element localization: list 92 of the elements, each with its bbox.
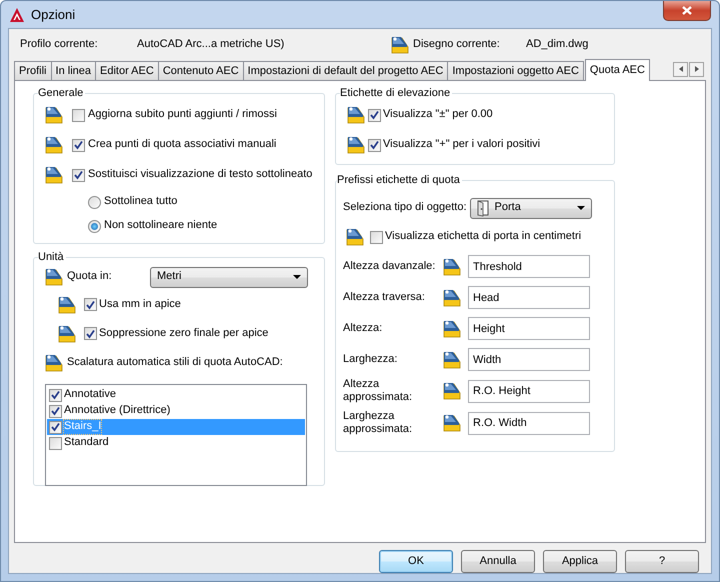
profile-value: AutoCAD Arc...a metriche US) bbox=[137, 38, 286, 52]
dialog-button[interactable]: OK bbox=[379, 550, 453, 573]
tab[interactable]: In linea bbox=[50, 61, 96, 80]
right-arrow-icon bbox=[694, 65, 700, 73]
caret-icon bbox=[293, 275, 301, 279]
checkbox[interactable] bbox=[370, 230, 383, 244]
text-field[interactable]: R.O. Height bbox=[468, 380, 590, 402]
property-icon bbox=[57, 294, 77, 314]
text-field[interactable]: Width bbox=[468, 348, 590, 371]
profile-label: Profilo corrente: bbox=[20, 38, 99, 52]
checkbox[interactable] bbox=[368, 108, 381, 122]
property-icon bbox=[345, 227, 365, 247]
property-icon bbox=[44, 353, 64, 373]
property-icon bbox=[57, 324, 77, 344]
text-field[interactable]: R.O. Width bbox=[468, 412, 590, 434]
object-type-dropdown[interactable]: Porta bbox=[470, 198, 592, 218]
tab[interactable]: Profili bbox=[14, 61, 52, 80]
property-icon bbox=[44, 135, 64, 155]
checkbox-label: Usa mm in apice bbox=[99, 298, 181, 312]
checkbox-label: Visualizza "+" per i valori positivi bbox=[383, 138, 540, 152]
checkbox[interactable] bbox=[49, 388, 62, 402]
close-icon bbox=[681, 5, 693, 16]
dialog-button[interactable]: ? bbox=[625, 550, 699, 573]
property-icon bbox=[44, 267, 64, 287]
style-list[interactable]: Annotative Annotative (Direttrice) Stairs_I Standard bbox=[45, 384, 307, 486]
group-title: Unità bbox=[38, 250, 65, 264]
tab[interactable]: Quota AEC bbox=[584, 59, 650, 81]
tab[interactable]: Contenuto AEC bbox=[158, 61, 244, 80]
field-label: Quota in: bbox=[67, 270, 113, 284]
property-icon bbox=[442, 288, 462, 308]
property-icon bbox=[346, 135, 366, 155]
field-label: Altezza traversa: bbox=[343, 291, 426, 304]
property-icon bbox=[442, 256, 462, 276]
property-icon bbox=[442, 318, 462, 338]
radio-label: Sottolinea tutto bbox=[104, 195, 178, 209]
property-icon bbox=[390, 35, 410, 55]
property-icon bbox=[442, 381, 462, 401]
close-button[interactable] bbox=[663, 1, 711, 21]
field-label: Altezza: bbox=[343, 322, 384, 335]
door-icon bbox=[476, 200, 489, 216]
field-label: Scalatura automatica stili di quota AutoCAD: bbox=[67, 356, 283, 370]
group-title: Generale bbox=[38, 86, 84, 100]
field-label: Altezza approssimata: bbox=[343, 378, 414, 404]
left-arrow-icon bbox=[678, 65, 684, 73]
checkbox-label: Sostituisci visualizzazione di testo sottolineato bbox=[88, 168, 312, 182]
checkbox-label: Soppressione zero finale per apice bbox=[99, 326, 268, 340]
checkbox-label: Visualizza etichetta di porta in centimetri bbox=[385, 230, 582, 244]
checkbox-label: Visualizza "±" per 0.00 bbox=[383, 108, 493, 122]
property-icon bbox=[442, 350, 462, 370]
field-label: Larghezza: bbox=[343, 353, 398, 366]
dialog-button[interactable]: Annulla bbox=[461, 550, 535, 573]
radio-button[interactable] bbox=[88, 196, 101, 208]
dialog-button[interactable]: Applica bbox=[543, 550, 617, 573]
scroll-right-button[interactable] bbox=[689, 62, 704, 76]
checkbox[interactable] bbox=[72, 138, 85, 152]
checkbox[interactable] bbox=[72, 108, 85, 122]
scroll-left-button[interactable] bbox=[673, 62, 688, 76]
property-icon bbox=[44, 105, 64, 125]
checkbox[interactable] bbox=[49, 404, 62, 418]
checkbox[interactable] bbox=[72, 168, 85, 182]
list-item[interactable]: Annotative (Direttrice) bbox=[47, 403, 305, 419]
text-field[interactable]: Height bbox=[468, 317, 590, 340]
group-title: Etichette di elevazione bbox=[340, 86, 452, 100]
window-title: Opzioni bbox=[31, 6, 76, 22]
property-icon bbox=[346, 105, 366, 125]
field-label: Larghezza approssimata: bbox=[343, 410, 414, 436]
caret-icon bbox=[576, 206, 585, 210]
checkbox[interactable] bbox=[368, 138, 381, 152]
group-title: Prefissi etichette di quota bbox=[337, 173, 461, 187]
text-field[interactable]: Threshold bbox=[468, 255, 590, 278]
tab[interactable]: Impostazioni di default del progetto AEC bbox=[242, 61, 448, 80]
property-icon bbox=[44, 165, 64, 185]
unit-dropdown[interactable]: Metri bbox=[150, 266, 308, 288]
field-label: Altezza davanzale: bbox=[343, 260, 436, 273]
field-label: Seleziona tipo di oggetto: bbox=[343, 201, 467, 215]
drawing-value: AD_dim.dwg bbox=[526, 38, 588, 52]
checkbox[interactable] bbox=[49, 436, 62, 450]
radio-label: Non sottolineare niente bbox=[104, 219, 218, 233]
checkbox[interactable] bbox=[84, 327, 97, 340]
drawing-label: Disegno corrente: bbox=[413, 38, 501, 52]
tab[interactable]: Editor AEC bbox=[95, 61, 159, 80]
list-item[interactable]: Annotative bbox=[47, 387, 305, 403]
app-logo-icon bbox=[9, 6, 25, 22]
checkbox[interactable] bbox=[49, 420, 62, 434]
radio-button[interactable] bbox=[88, 220, 101, 232]
checkbox[interactable] bbox=[84, 298, 97, 311]
property-icon bbox=[442, 413, 462, 433]
checkbox-label: Crea punti di quota associativi manuali bbox=[88, 138, 276, 152]
list-item[interactable]: Standard bbox=[47, 435, 305, 451]
text-field[interactable]: Head bbox=[468, 286, 590, 309]
checkbox-label: Aggiorna subito punti aggiunti / rimossi bbox=[88, 108, 277, 122]
tab[interactable]: Impostazioni oggetto AEC bbox=[447, 61, 584, 80]
